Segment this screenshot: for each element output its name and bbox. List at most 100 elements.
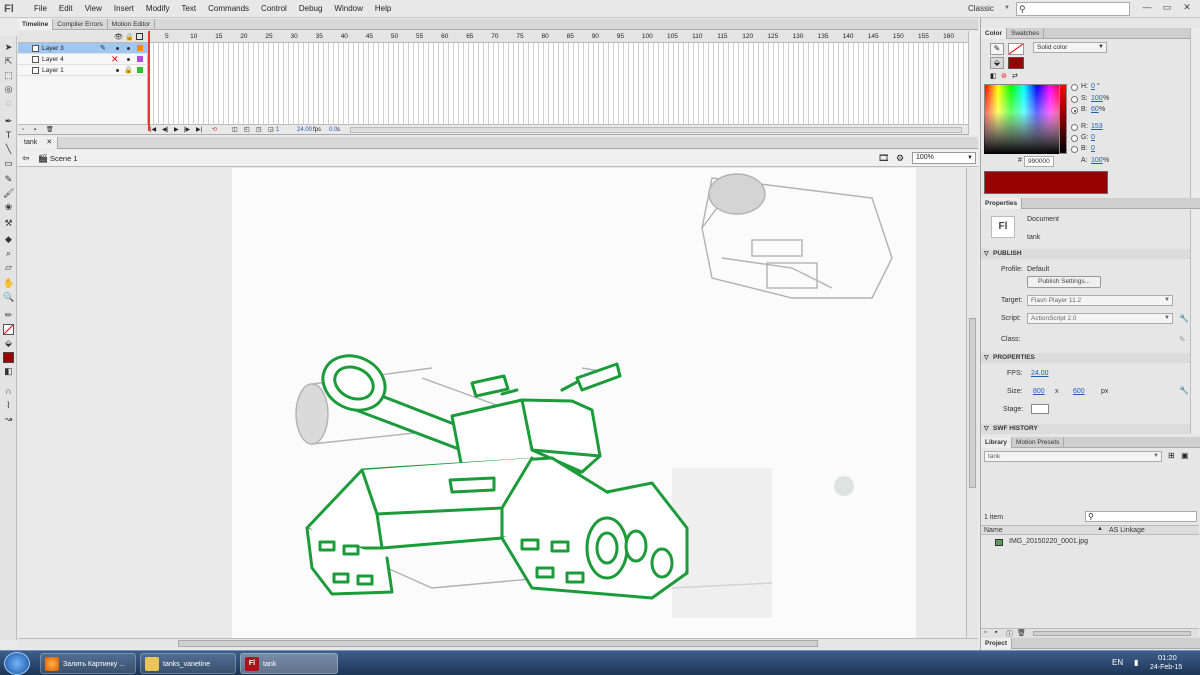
blue-value[interactable]: 0 bbox=[1091, 145, 1095, 152]
network-icon[interactable]: ▮ bbox=[1134, 658, 1138, 667]
hue-radio[interactable] bbox=[1071, 84, 1078, 91]
color-panel-scroll[interactable] bbox=[1190, 28, 1200, 198]
library-item[interactable]: IMG_20150220_0001.jpg bbox=[995, 538, 1195, 548]
stage-color-swatch[interactable] bbox=[1031, 404, 1049, 414]
chevron-down-icon[interactable]: ▼ bbox=[967, 153, 973, 163]
properties-scroll[interactable] bbox=[1190, 210, 1200, 434]
ruler-tick[interactable]: 75 bbox=[516, 33, 523, 40]
back-arrow-icon[interactable]: ⇦ bbox=[22, 153, 30, 164]
frame-grid[interactable] bbox=[149, 43, 978, 127]
close-icon[interactable]: ✕ bbox=[46, 137, 52, 149]
edit-multiple-icon[interactable]: ◳ bbox=[256, 125, 262, 135]
col-linkage[interactable]: AS Linkage bbox=[1109, 527, 1145, 534]
width-value[interactable]: 800 bbox=[1033, 388, 1045, 395]
script-select[interactable]: ActionScript 2.0 ▼ bbox=[1027, 313, 1173, 324]
ruler-tick[interactable]: 145 bbox=[868, 33, 879, 40]
target-select[interactable]: Flash Player 11.2 ▼ bbox=[1027, 295, 1173, 306]
lock-icon[interactable]: 🔒 bbox=[124, 65, 133, 76]
lasso-tool-icon[interactable]: ◌ bbox=[3, 98, 14, 109]
properties-section[interactable]: PROPERTIES bbox=[981, 353, 1200, 363]
tab-library[interactable]: Library bbox=[981, 437, 1013, 448]
onion-outline-icon[interactable]: ◰ bbox=[244, 125, 250, 135]
subselection-tool-icon[interactable]: ⇱ bbox=[3, 56, 14, 67]
clock-date[interactable]: 24-Feb-15 bbox=[1150, 664, 1182, 671]
stage-canvas[interactable] bbox=[232, 168, 916, 638]
language-indicator[interactable]: EN bbox=[1112, 658, 1123, 667]
publish-settings-button[interactable]: Publish Settings... bbox=[1027, 276, 1101, 288]
3d-rotation-tool-icon[interactable]: ◎ bbox=[3, 84, 14, 95]
wrench-icon[interactable]: 🔧 bbox=[1179, 386, 1189, 395]
tab-swatches[interactable]: Swatches bbox=[1007, 28, 1045, 39]
menu-insert[interactable]: Insert bbox=[108, 4, 140, 13]
help-search[interactable]: ⚲ bbox=[1016, 2, 1130, 16]
new-folder-icon[interactable]: ▪ bbox=[34, 125, 36, 135]
prev-frame-icon[interactable]: ◀| bbox=[162, 125, 168, 135]
ruler-tick[interactable]: 15 bbox=[215, 33, 222, 40]
layer-row[interactable]: Layer 3 ✎ bbox=[18, 43, 148, 54]
layer-name[interactable]: Layer 1 bbox=[42, 65, 64, 76]
chevron-down-icon[interactable]: ▼ bbox=[1004, 5, 1010, 11]
clock-time[interactable]: 01:20 bbox=[1158, 653, 1177, 662]
ruler-tick[interactable]: 120 bbox=[742, 33, 753, 40]
eyedropper-tool-icon[interactable]: ⌕ bbox=[3, 248, 14, 259]
new-library-icon[interactable]: ▣ bbox=[1181, 451, 1189, 460]
ruler-tick[interactable]: 80 bbox=[542, 33, 549, 40]
ruler-tick[interactable]: 65 bbox=[466, 33, 473, 40]
ruler-tick[interactable]: 110 bbox=[692, 33, 702, 40]
ruler-tick[interactable]: 105 bbox=[667, 33, 678, 40]
lock-dot[interactable] bbox=[127, 47, 130, 50]
library-hscroll[interactable] bbox=[1033, 631, 1191, 636]
delete-icon[interactable]: 🗑 bbox=[1017, 629, 1026, 637]
pen-tool-icon[interactable]: ✒ bbox=[3, 116, 14, 127]
delete-layer-icon[interactable]: 🗑 bbox=[46, 125, 54, 135]
wrench-icon[interactable]: 🔧 bbox=[1179, 314, 1189, 323]
brightness-radio[interactable] bbox=[1071, 107, 1078, 114]
menu-modify[interactable]: Modify bbox=[140, 4, 176, 13]
hand-tool-icon[interactable]: ✋ bbox=[3, 278, 14, 289]
menu-commands[interactable]: Commands bbox=[202, 4, 255, 13]
fill-swatch[interactable] bbox=[1008, 57, 1024, 69]
rectangle-tool-icon[interactable]: ▭ bbox=[3, 158, 14, 169]
ruler-tick[interactable]: 95 bbox=[617, 33, 624, 40]
paint-bucket-tool-icon[interactable]: ◆ bbox=[3, 234, 14, 245]
visibility-dot[interactable] bbox=[116, 69, 119, 72]
no-color-icon[interactable]: ⊘ bbox=[1001, 72, 1007, 80]
ruler-tick[interactable]: 30 bbox=[291, 33, 298, 40]
maximize-button[interactable]: ▭ bbox=[1160, 2, 1174, 14]
menu-view[interactable]: View bbox=[79, 4, 108, 13]
hue-value[interactable]: 0 bbox=[1091, 83, 1095, 90]
ruler-tick[interactable]: 60 bbox=[441, 33, 448, 40]
pin-icon[interactable]: ⊞ bbox=[1168, 451, 1175, 460]
zoom-select[interactable]: 100% ▼ bbox=[912, 152, 976, 164]
timeline-hscroll[interactable] bbox=[350, 127, 962, 133]
ruler-tick[interactable]: 155 bbox=[918, 33, 929, 40]
tab-project[interactable]: Project bbox=[981, 638, 1013, 649]
stroke-none-swatch[interactable] bbox=[1008, 43, 1024, 55]
zoom-tool-icon[interactable]: 🔍 bbox=[3, 292, 14, 303]
tab-color[interactable]: Color bbox=[981, 28, 1007, 39]
height-value[interactable]: 600 bbox=[1073, 388, 1085, 395]
ruler-tick[interactable]: 40 bbox=[341, 33, 348, 40]
ruler-tick[interactable]: 20 bbox=[240, 33, 247, 40]
ruler-tick[interactable]: 125 bbox=[767, 33, 778, 40]
play-icon[interactable]: ▶ bbox=[174, 125, 179, 135]
doc-tab-tank[interactable]: tank ✕ bbox=[18, 137, 59, 149]
ruler-tick[interactable]: 35 bbox=[316, 33, 323, 40]
loop-icon[interactable]: ⟲ bbox=[212, 125, 217, 135]
new-folder-icon[interactable]: ▪ bbox=[995, 629, 997, 636]
menu-help[interactable]: Help bbox=[369, 4, 397, 13]
playhead[interactable] bbox=[148, 31, 150, 131]
sort-icon[interactable]: ▲ bbox=[1097, 526, 1103, 532]
menu-text[interactable]: Text bbox=[175, 4, 202, 13]
menu-control[interactable]: Control bbox=[255, 4, 293, 13]
swap-colors-icon[interactable]: ⇄ bbox=[1012, 72, 1018, 80]
library-doc-select[interactable]: tank ▼ bbox=[984, 451, 1162, 462]
tab-timeline[interactable]: Timeline bbox=[18, 19, 54, 30]
edit-scene-icon[interactable]: 🎞 bbox=[878, 153, 889, 164]
new-symbol-icon[interactable]: ▫ bbox=[984, 629, 986, 636]
selection-tool-icon[interactable]: ➤ bbox=[3, 42, 14, 53]
chevron-down-icon[interactable]: ▼ bbox=[1098, 43, 1104, 52]
menu-debug[interactable]: Debug bbox=[293, 4, 329, 13]
onion-markers-icon[interactable]: ◲ bbox=[268, 125, 274, 135]
layer-row[interactable]: Layer 4 ✕ bbox=[18, 54, 148, 65]
